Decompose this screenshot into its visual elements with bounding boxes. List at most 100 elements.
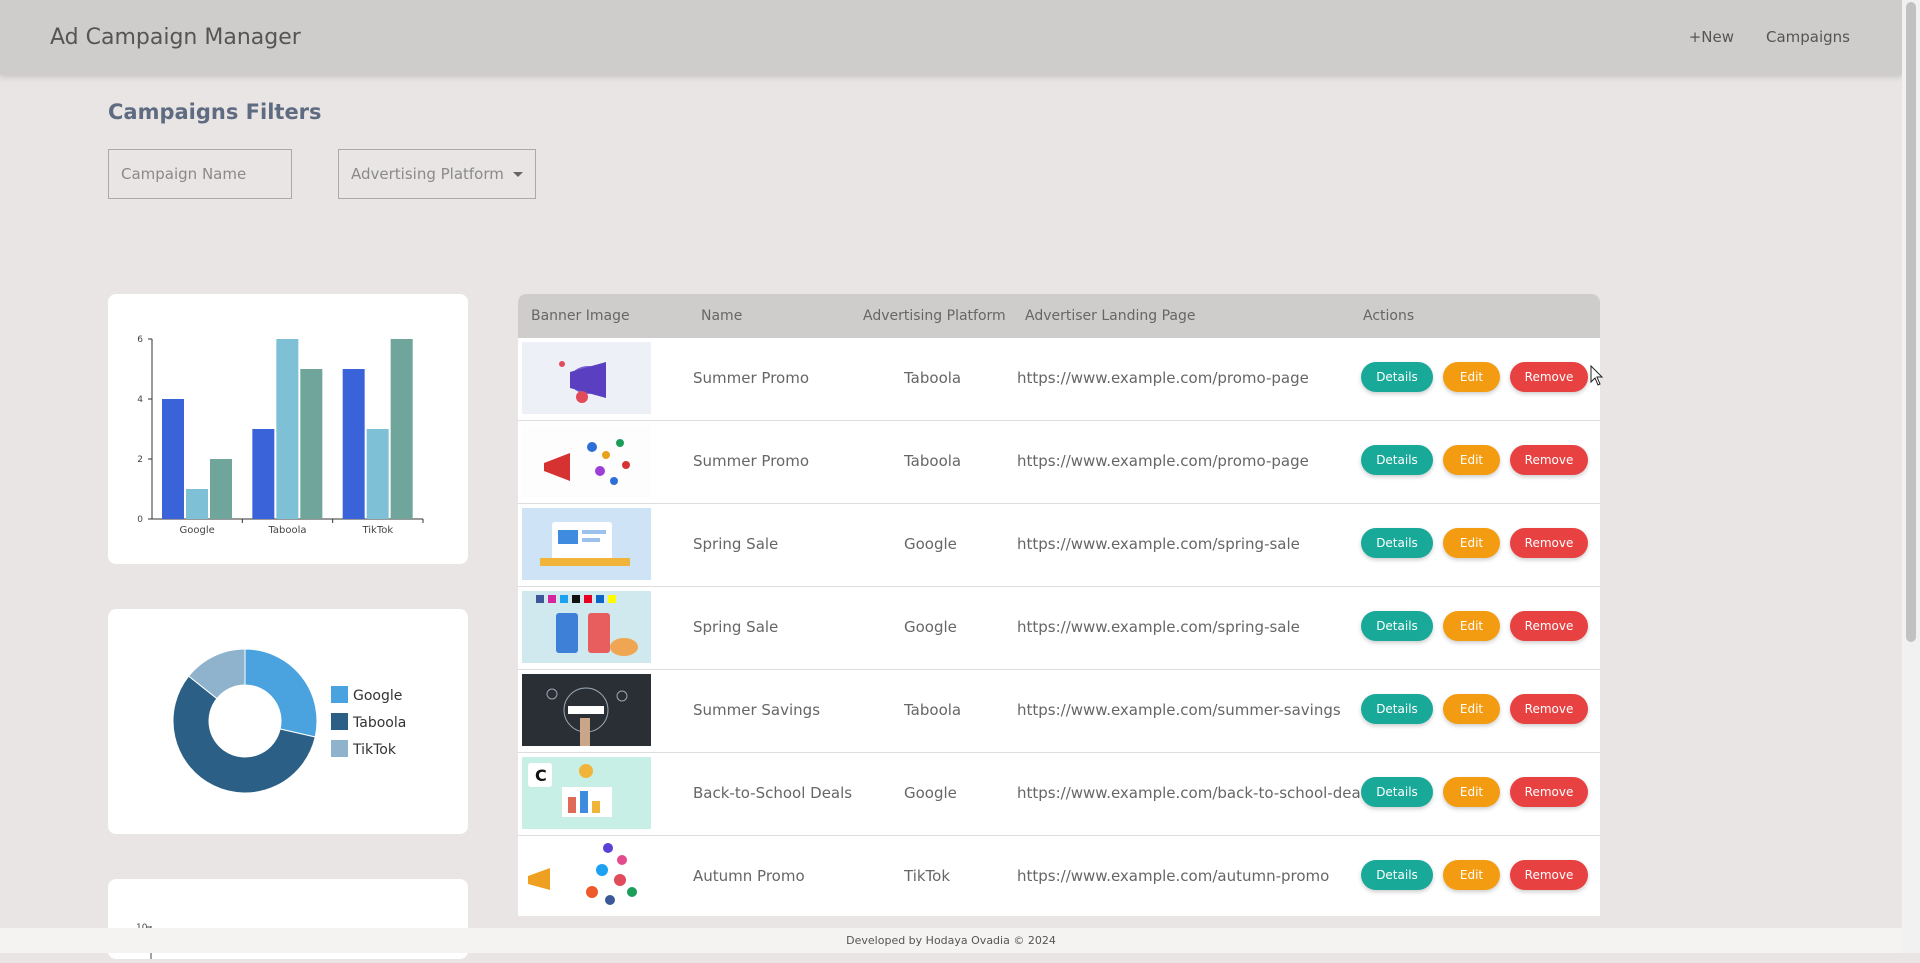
banner-image (522, 342, 651, 414)
app-title[interactable]: Ad Campaign Manager (50, 25, 301, 50)
remove-button[interactable]: Remove (1510, 445, 1588, 475)
navbar: Ad Campaign Manager +New Campaigns (0, 0, 1902, 75)
edit-button[interactable]: Edit (1443, 611, 1500, 641)
y-tick-label: 2 (137, 455, 143, 465)
table-row: Summer Promo Taboola https://www.example.c… (518, 338, 1600, 421)
remove-button[interactable]: Remove (1510, 362, 1588, 392)
table-row: Summer Savings Taboola https://www.example… (518, 670, 1600, 753)
landing-page-url: https://www.example.com/autumn-promo (1017, 867, 1330, 885)
bar-taboola-0 (252, 429, 275, 519)
details-button[interactable]: Details (1361, 528, 1433, 558)
campaigns-link[interactable]: Campaigns (1766, 28, 1850, 46)
campaign-name: Summer Promo (693, 452, 810, 470)
campaign-platform: Google (904, 784, 957, 802)
legend-label: Google (353, 688, 402, 704)
footer: Developed by Hodaya Ovadia © 2024 (0, 928, 1902, 953)
mouse-cursor-icon (1590, 365, 1604, 386)
header-platform: Advertising Platform (863, 308, 1006, 324)
details-button[interactable]: Details (1361, 777, 1433, 807)
campaign-name: Back-to-School Deals (693, 784, 853, 802)
edit-button[interactable]: Edit (1443, 777, 1500, 807)
x-tick-label: Google (180, 525, 215, 536)
landing-page-url: https://www.example.com/promo-page (1017, 452, 1309, 470)
campaign-platform: Google (904, 535, 957, 553)
banner-image (522, 840, 651, 912)
edit-button[interactable]: Edit (1443, 860, 1500, 890)
campaign-platform: Taboola (904, 701, 962, 719)
bar-taboola-2 (300, 369, 323, 519)
platform-select-label: Advertising Platform (351, 165, 504, 183)
y-tick-label: 0 (137, 515, 143, 525)
donut-chart: Google Taboola TikTok (172, 648, 406, 794)
header-actions: Actions (1363, 308, 1415, 324)
remove-button[interactable]: Remove (1510, 528, 1588, 558)
details-button[interactable]: Details (1361, 860, 1433, 890)
slice-google (244, 648, 318, 738)
campaign-name: Spring Sale (693, 535, 779, 553)
scrollbar[interactable] (1902, 0, 1920, 953)
campaign-name: Summer Savings (693, 701, 821, 719)
bar-taboola-1 (276, 339, 299, 519)
landing-page-url: https://www.example.com/spring-sale (1017, 618, 1300, 636)
table-row: Spring Sale Google https://www.example.com… (518, 587, 1600, 670)
legend-label: TikTok (352, 742, 397, 758)
edit-button[interactable]: Edit (1443, 445, 1500, 475)
table-row: Spring Sale Google https://www.example.com… (518, 504, 1600, 587)
table-header: Banner Image Name Advertising Platform A… (518, 294, 1600, 338)
bar-chart-card: 0 2 4 6 Google Taboola TikTok (108, 294, 468, 564)
campaign-platform: Taboola (904, 369, 962, 387)
campaign-name: Summer Promo (693, 369, 810, 387)
table-row: C Back-to-School Deals Google https://www.e… (518, 753, 1600, 836)
legend-swatch-taboola (331, 713, 348, 730)
bar-tiktok-2 (390, 339, 413, 519)
campaign-platform: Google (904, 618, 957, 636)
campaign-platform: Taboola (904, 452, 962, 470)
bar-tiktok-1 (366, 429, 389, 519)
legend-swatch-google (331, 686, 348, 703)
landing-page-url: https://www.example.com/summer-savings (1017, 701, 1341, 719)
bar-chart: 0 2 4 6 Google Taboola TikTok (137, 335, 424, 536)
campaign-name-input[interactable] (108, 149, 292, 199)
filters-title: Campaigns Filters (108, 100, 322, 124)
campaign-name: Spring Sale (693, 618, 779, 636)
campaign-platform: TikTok (904, 867, 951, 885)
table-row: Autumn Promo TikTok https://www.example.co… (518, 836, 1600, 916)
donut-chart-card: Google Taboola TikTok (108, 609, 468, 834)
remove-button[interactable]: Remove (1510, 694, 1588, 724)
table-row: Summer Promo Taboola https://www.example.c… (518, 421, 1600, 504)
bar-google-1 (186, 489, 208, 519)
platform-select[interactable]: Advertising Platform (338, 149, 536, 199)
edit-button[interactable]: Edit (1443, 362, 1500, 392)
bar-tiktok-0 (342, 369, 365, 519)
banner-image: C (522, 757, 651, 829)
caret-down-icon (513, 171, 523, 177)
details-button[interactable]: Details (1361, 445, 1433, 475)
header-landing-page: Advertiser Landing Page (1025, 308, 1196, 324)
banner-image (522, 591, 651, 663)
edit-button[interactable]: Edit (1443, 528, 1500, 558)
edit-button[interactable]: Edit (1443, 694, 1500, 724)
campaigns-table: Banner Image Name Advertising Platform A… (518, 294, 1600, 916)
details-button[interactable]: Details (1361, 362, 1433, 392)
scrollbar-thumb[interactable] (1906, 2, 1916, 642)
nav-links: +New Campaigns (1689, 28, 1850, 46)
y-tick-label: 6 (137, 335, 143, 345)
landing-page-url: https://www.example.com/back-to-school-d… (1017, 784, 1373, 802)
header-banner-image: Banner Image (531, 308, 630, 324)
details-button[interactable]: Details (1361, 694, 1433, 724)
new-link[interactable]: +New (1689, 28, 1734, 46)
remove-button[interactable]: Remove (1510, 611, 1588, 641)
remove-button[interactable]: Remove (1510, 777, 1588, 807)
landing-page-url: https://www.example.com/spring-sale (1017, 535, 1300, 553)
remove-button[interactable]: Remove (1510, 860, 1588, 890)
header-name: Name (701, 308, 743, 324)
y-tick-label: 4 (137, 395, 143, 405)
landing-page-url: https://www.example.com/promo-page (1017, 369, 1309, 387)
details-button[interactable]: Details (1361, 611, 1433, 641)
legend-swatch-tiktok (331, 740, 348, 757)
banner-image (522, 674, 651, 746)
bar-google-2 (210, 459, 232, 519)
banner-image (522, 425, 651, 497)
svg-text:C: C (535, 766, 547, 785)
x-tick-label: TikTok (361, 525, 393, 536)
